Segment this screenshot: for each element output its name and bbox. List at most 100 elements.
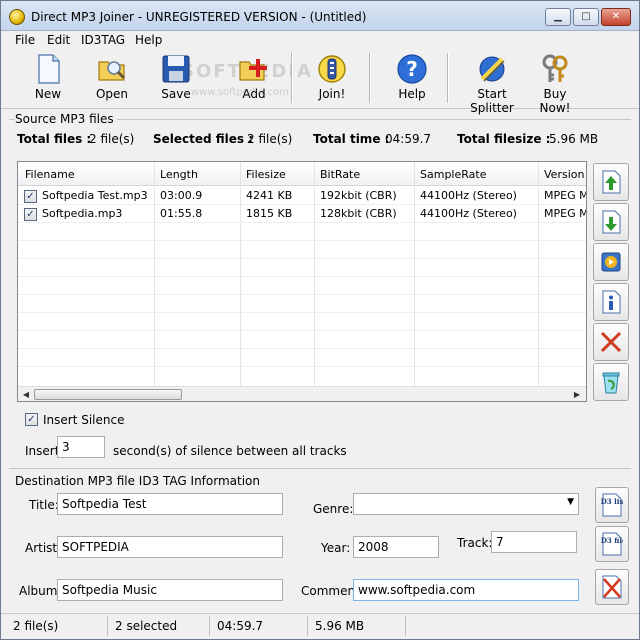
- join-zipper-icon: [318, 55, 346, 83]
- cell-bitrate: 128kbit (CBR): [320, 207, 397, 220]
- total-time-label: Total time :: [313, 132, 390, 146]
- insert-label: Insert: [25, 444, 60, 458]
- total-filesize-label: Total filesize :: [457, 132, 551, 146]
- year-input[interactable]: [353, 536, 439, 558]
- help-button[interactable]: ? Help: [389, 51, 435, 105]
- add-label: Add: [242, 87, 266, 101]
- id3-file-button[interactable]: ID3 file: [595, 526, 629, 562]
- toolbar: SOFTPEDIA www.softpedia.com New Open: [1, 49, 639, 115]
- id3-group-border: [9, 468, 631, 469]
- minimize-button[interactable]: ▁: [545, 8, 571, 26]
- grid-line: [18, 258, 586, 259]
- table-row[interactable]: ✓ Softpedia.mp3 01:55.8 1815 KB 128kbit …: [18, 205, 587, 223]
- chevron-down-icon[interactable]: ▼: [567, 497, 574, 507]
- menu-edit[interactable]: Edit: [47, 33, 70, 47]
- menu-file[interactable]: File: [15, 33, 35, 47]
- artist-input[interactable]: [57, 536, 283, 558]
- close-button[interactable]: ✕: [601, 8, 631, 26]
- grid-line: [18, 366, 586, 367]
- file-info-button[interactable]: [593, 283, 629, 321]
- status-file-count: 2 file(s): [13, 619, 59, 633]
- open-label: Open: [95, 87, 129, 101]
- scroll-left-icon[interactable]: ◀: [19, 388, 33, 401]
- cell-version: MPEG M: [544, 207, 587, 220]
- table-row[interactable]: ✓ Softpedia Test.mp3 03:00.9 4241 KB 192…: [18, 187, 587, 205]
- artist-label: Artist:: [25, 541, 62, 555]
- genre-select[interactable]: ▼: [353, 493, 579, 515]
- track-input[interactable]: [491, 531, 577, 553]
- selected-files-value: 2 file(s): [247, 132, 293, 146]
- silence-description: second(s) of silence between all tracks: [113, 444, 347, 458]
- album-input[interactable]: [57, 579, 283, 601]
- scrollbar-thumb[interactable]: [34, 389, 182, 400]
- column-header-bitrate[interactable]: BitRate: [320, 168, 360, 181]
- move-up-button[interactable]: [593, 163, 629, 201]
- column-header-filename[interactable]: Filename: [25, 168, 75, 181]
- total-files-label: Total files :: [17, 132, 92, 146]
- status-total-size: 5.96 MB: [315, 619, 365, 633]
- clear-list-button[interactable]: [593, 363, 629, 401]
- app-icon: [9, 9, 25, 25]
- cell-samplerate: 44100Hz (Stereo): [420, 189, 517, 202]
- remove-button[interactable]: [593, 323, 629, 361]
- new-button[interactable]: New: [25, 51, 71, 105]
- comment-input[interactable]: [353, 579, 579, 601]
- title-input[interactable]: [57, 493, 283, 515]
- cell-version: MPEG M: [544, 189, 587, 202]
- add-folder-icon: [239, 59, 267, 81]
- media-play-icon: [601, 252, 621, 272]
- clear-id3-button[interactable]: [595, 569, 629, 605]
- splitter-icon: [479, 56, 505, 82]
- app-window: Direct MP3 Joiner - UNREGISTERED VERSION…: [0, 0, 640, 640]
- column-header-filesize[interactable]: Filesize: [246, 168, 286, 181]
- new-label: New: [34, 87, 62, 101]
- play-button[interactable]: [593, 243, 629, 281]
- source-group-title: Source MP3 files: [15, 112, 117, 126]
- id3-list-text: ID3 list: [601, 497, 623, 506]
- cell-filename: Softpedia.mp3: [42, 207, 123, 220]
- column-header-samplerate[interactable]: SampleRate: [420, 168, 486, 181]
- move-down-button[interactable]: [593, 203, 629, 241]
- column-header-length[interactable]: Length: [160, 168, 198, 181]
- cell-filesize: 1815 KB: [246, 207, 293, 220]
- menu-help[interactable]: Help: [135, 33, 162, 47]
- maximize-button[interactable]: □: [573, 8, 599, 26]
- grid-line: [18, 294, 586, 295]
- column-header-version[interactable]: Version: [544, 168, 584, 181]
- id3-list-button[interactable]: ID3 list: [595, 487, 629, 523]
- horizontal-scrollbar[interactable]: ◀ ▶: [18, 386, 586, 401]
- insert-silence-checkbox[interactable]: ✓: [25, 413, 38, 426]
- add-button[interactable]: Add: [231, 51, 277, 105]
- status-bar: 2 file(s) 2 selected 04:59.7 5.96 MB: [1, 613, 639, 639]
- menu-id3tag[interactable]: ID3TAG: [81, 33, 125, 47]
- row-checkbox[interactable]: ✓: [24, 208, 37, 221]
- join-button[interactable]: Join!: [309, 51, 355, 105]
- floppy-disk-icon: [162, 55, 190, 83]
- open-folder-icon: [98, 61, 126, 81]
- title-bar[interactable]: Direct MP3 Joiner - UNREGISTERED VERSION…: [1, 1, 639, 31]
- move-up-icon: [602, 170, 621, 194]
- status-divider: [405, 616, 406, 636]
- save-button[interactable]: Save: [153, 51, 199, 105]
- album-label: Album:: [19, 584, 62, 598]
- status-divider: [307, 616, 308, 636]
- silence-seconds-input[interactable]: [57, 436, 105, 458]
- join-label: Join!: [318, 87, 346, 101]
- clear-document-icon: [602, 575, 622, 599]
- grid-line: [18, 276, 586, 277]
- id3-file-text: ID3 file: [601, 536, 623, 545]
- open-button[interactable]: Open: [89, 51, 135, 105]
- cell-length: 03:00.9: [160, 189, 203, 202]
- svg-text:?: ?: [406, 57, 418, 81]
- start-splitter-button[interactable]: Start Splitter: [459, 51, 525, 115]
- grid-line: [18, 330, 586, 331]
- buy-now-button[interactable]: Buy Now!: [529, 51, 581, 115]
- total-time-value: 04:59.7: [385, 132, 432, 146]
- scroll-right-icon[interactable]: ▶: [570, 388, 584, 401]
- files-list-view[interactable]: Filename Length Filesize BitRate SampleR…: [17, 161, 587, 402]
- row-checkbox[interactable]: ✓: [24, 190, 37, 203]
- track-label: Track:: [457, 536, 493, 550]
- cell-filename: Softpedia Test.mp3: [42, 189, 148, 202]
- id3-list-icon: ID3 list: [601, 493, 623, 517]
- buy-now-label: Buy Now!: [539, 87, 571, 115]
